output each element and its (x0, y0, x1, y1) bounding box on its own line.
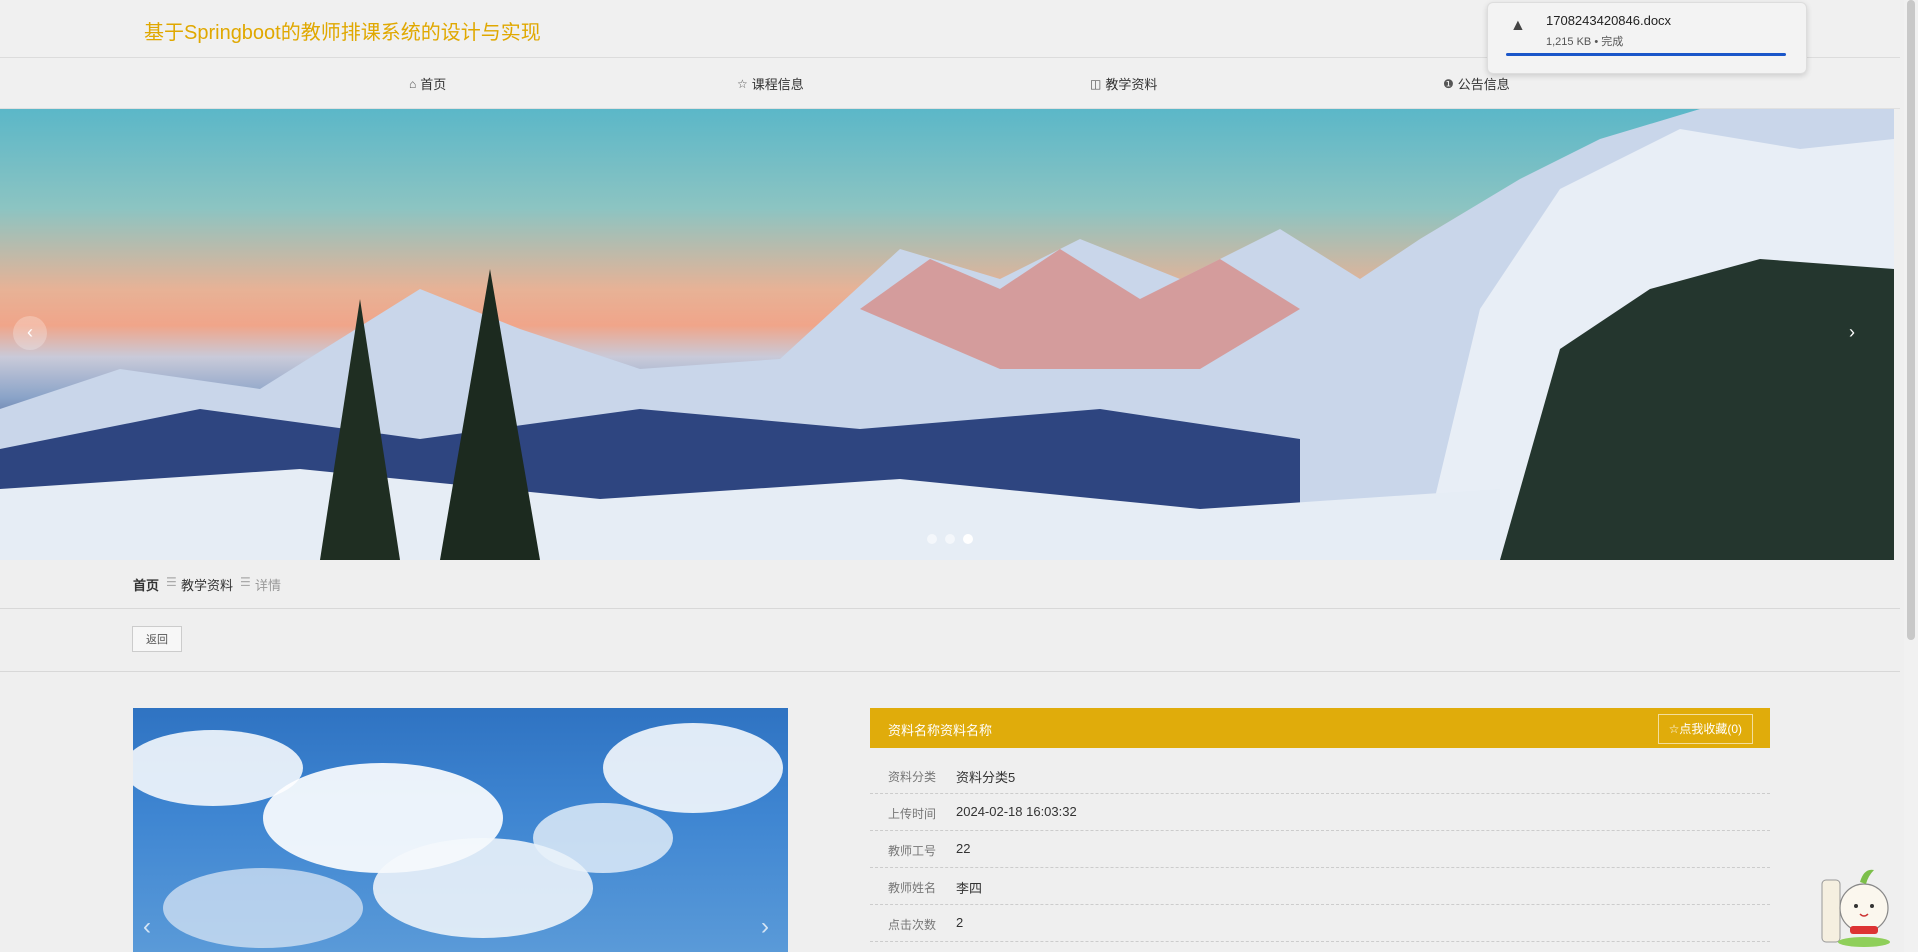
detail-row: 教师工号 22 (870, 830, 1770, 868)
carousel-next-button[interactable]: › (1835, 316, 1869, 350)
nav-item-notices[interactable]: ❶ 公告信息 (1443, 74, 1510, 93)
detail-row: 教师姓名 李四 (870, 867, 1770, 905)
detail-row-value: 资料分类5 (956, 770, 1016, 785)
detail-row-label: 上传时间 (888, 807, 937, 821)
breadcrumb-separator: ☰ (166, 575, 177, 589)
home-icon: ⌂ (409, 76, 417, 91)
image-prev-button[interactable]: ‹ (143, 913, 151, 941)
detail-row-value: 李四 (956, 881, 983, 896)
detail-image-carousel: ‹ › (133, 708, 788, 952)
star-icon: ☆ (1668, 722, 1680, 736)
carousel-dot-1[interactable] (927, 534, 937, 544)
detail-title: 资料名称资料名称 (888, 723, 993, 738)
image-next-button[interactable]: › (761, 913, 769, 941)
breadcrumb: 首页 ☰ 教学资料 ☰ 详情 (0, 561, 1900, 609)
download-status: 1,215 KB • 完成 (1546, 36, 1624, 48)
carousel-dot-2[interactable] (945, 534, 955, 544)
detail-row: 点击次数 2 (870, 904, 1770, 942)
carousel-dot-3[interactable] (963, 534, 973, 544)
sky-clouds-image (133, 723, 783, 948)
download-progress-bar (1506, 53, 1786, 56)
mountain-landscape-image (0, 109, 1894, 560)
nav-item-home[interactable]: ⌂ 首页 (409, 74, 446, 93)
download-notification[interactable]: ▲ 1708243420846.docx 1,215 KB • 完成 (1487, 2, 1807, 74)
carousel-prev-button[interactable]: ‹ (13, 316, 47, 350)
breadcrumb-separator: ☰ (240, 575, 251, 589)
scrollbar-thumb[interactable] (1907, 0, 1915, 640)
favorite-label: 点我收藏(0) (1679, 722, 1742, 736)
detail-row-value: 2 (956, 915, 964, 930)
nav-label: 首页 (420, 77, 447, 92)
breadcrumb-current: 详情 (255, 578, 282, 593)
nav-label: 教学资料 (1105, 77, 1158, 92)
favorite-button[interactable]: ☆点我收藏(0) (1657, 714, 1753, 744)
detail-row: 上传时间 2024-02-18 16:03:32 (870, 793, 1770, 831)
nav-label: 课程信息 (751, 77, 804, 92)
download-filename[interactable]: 1708243420846.docx (1546, 13, 1671, 28)
banner-carousel: ‹ › (0, 109, 1894, 560)
page-scrollbar[interactable] (1904, 0, 1918, 952)
star-icon: ☆ (737, 76, 748, 91)
nav-item-materials[interactable]: ◫ 教学资料 (1090, 74, 1157, 93)
site-title: 基于Springboot的教师排课系统的设计与实现 (144, 22, 541, 44)
detail-row-label: 点击次数 (888, 918, 937, 932)
detail-row-label: 教师工号 (888, 844, 937, 858)
detail-row-label: 资料分类 (888, 770, 937, 784)
back-button[interactable]: 返回 (132, 626, 182, 652)
nav-label: 公告信息 (1457, 77, 1510, 92)
carousel-indicators (927, 534, 973, 544)
mascot-widget-icon[interactable] (1820, 860, 1892, 948)
detail-row: 资料分类 资料分类5 (870, 756, 1770, 794)
nav-item-courses[interactable]: ☆ 课程信息 (737, 74, 804, 93)
breadcrumb-home[interactable]: 首页 (133, 575, 159, 594)
action-bar: 返回 (0, 609, 1900, 672)
info-icon: ❶ (1443, 76, 1454, 91)
detail-row-value: 22 (956, 841, 971, 856)
warning-icon: ▲ (1510, 17, 1526, 34)
detail-row-value: 2024-02-18 16:03:32 (956, 804, 1077, 819)
breadcrumb-section[interactable]: 教学资料 (181, 575, 233, 594)
detail-row-label: 教师姓名 (888, 881, 937, 895)
detail-header: 资料名称资料名称 ☆点我收藏(0) (870, 708, 1770, 748)
bag-icon: ◫ (1090, 76, 1102, 91)
